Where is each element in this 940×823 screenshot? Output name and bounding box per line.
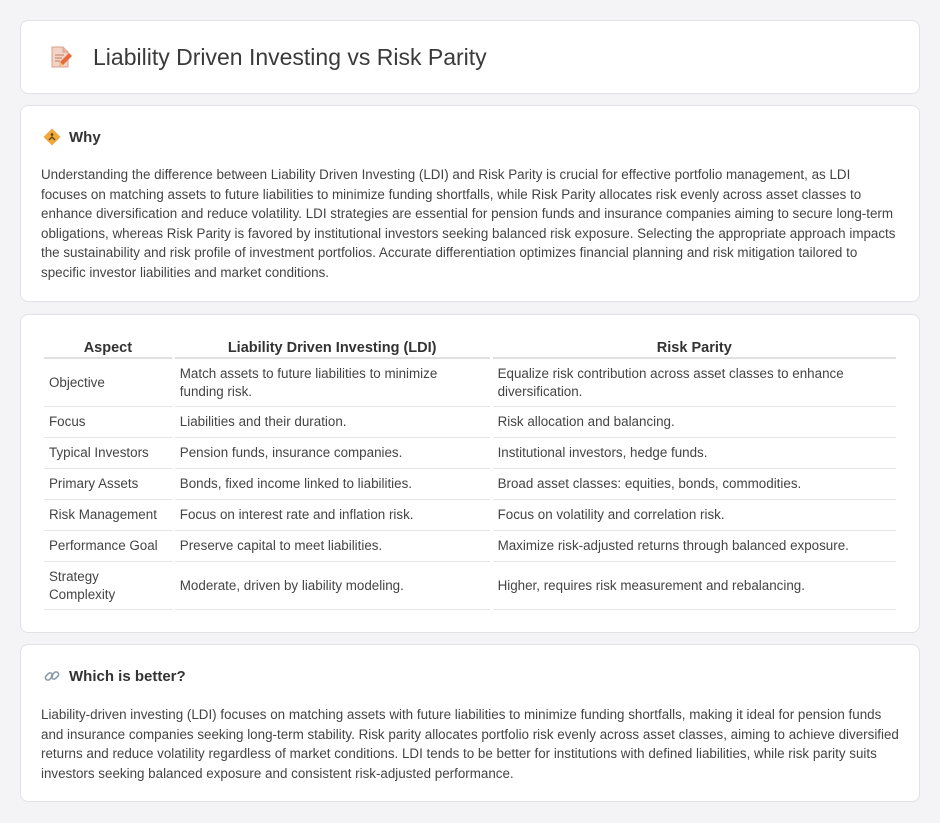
table-row: Strategy Complexity Moderate, driven by …	[44, 562, 896, 610]
table-cell: Bonds, fixed income linked to liabilitie…	[174, 469, 490, 500]
table-cell: Focus on interest rate and inflation ris…	[174, 500, 490, 531]
link-icon	[44, 671, 60, 681]
why-text: Understanding the difference between Lia…	[41, 167, 896, 280]
table-cell: Moderate, driven by liability modeling.	[174, 562, 490, 610]
page-title: Liability Driven Investing vs Risk Parit…	[93, 43, 487, 70]
table-cell: Performance Goal	[44, 531, 172, 562]
table-cell: Equalize risk contribution across asset …	[492, 359, 896, 407]
table-row: Objective Match assets to future liabili…	[44, 359, 896, 407]
why-heading: Why	[43, 128, 101, 146]
table-cell: Objective	[44, 359, 172, 407]
table-cell: Primary Assets	[44, 469, 172, 500]
table-cell: Focus on volatility and correlation risk…	[492, 500, 896, 531]
table-header: Aspect	[44, 335, 172, 359]
table-cell: Focus	[44, 407, 172, 438]
which-is-better-section: Which is better? Liability-driven invest…	[20, 644, 920, 802]
table-cell: Risk Management	[44, 500, 172, 531]
table-row: Performance Goal Preserve capital to mee…	[44, 531, 896, 562]
table-row: Typical Investors Pension funds, insuran…	[44, 438, 896, 469]
title-card: Liability Driven Investing vs Risk Parit…	[20, 20, 920, 94]
table-row: Risk Management Focus on interest rate a…	[44, 500, 896, 531]
table-cell: Higher, requires risk measurement and re…	[492, 562, 896, 610]
table-cell: Preserve capital to meet liabilities.	[174, 531, 490, 562]
document-pencil-icon	[51, 46, 72, 68]
table-cell: Broad asset classes: equities, bonds, co…	[492, 469, 896, 500]
better-title: Which is better?	[69, 667, 186, 685]
table-cell: Match assets to future liabilities to mi…	[174, 359, 490, 407]
why-title: Why	[69, 128, 101, 146]
table-row: Primary Assets Bonds, fixed income linke…	[44, 469, 896, 500]
table-cell: Maximize risk-adjusted returns through b…	[492, 531, 896, 562]
better-text: Liability-driven investing (LDI) focuses…	[41, 707, 899, 781]
table-header-row: Aspect Liability Driven Investing (LDI) …	[44, 335, 896, 359]
table-cell: Pension funds, insurance companies.	[174, 438, 490, 469]
diamond-signal-icon	[43, 128, 61, 146]
better-heading: Which is better?	[43, 667, 186, 685]
table-row: Focus Liabilities and their duration. Ri…	[44, 407, 896, 438]
table-header: Risk Parity	[492, 335, 896, 359]
table-cell: Liabilities and their duration.	[174, 407, 490, 438]
table-cell: Risk allocation and balancing.	[492, 407, 896, 438]
why-section: Why Understanding the difference between…	[20, 105, 920, 302]
table-cell: Strategy Complexity	[44, 562, 172, 610]
table-cell: Typical Investors	[44, 438, 172, 469]
comparison-table: Aspect Liability Driven Investing (LDI) …	[41, 335, 899, 610]
table-header: Liability Driven Investing (LDI)	[174, 335, 490, 359]
table-cell: Institutional investors, hedge funds.	[492, 438, 896, 469]
comparison-table-card: Aspect Liability Driven Investing (LDI) …	[20, 314, 920, 633]
